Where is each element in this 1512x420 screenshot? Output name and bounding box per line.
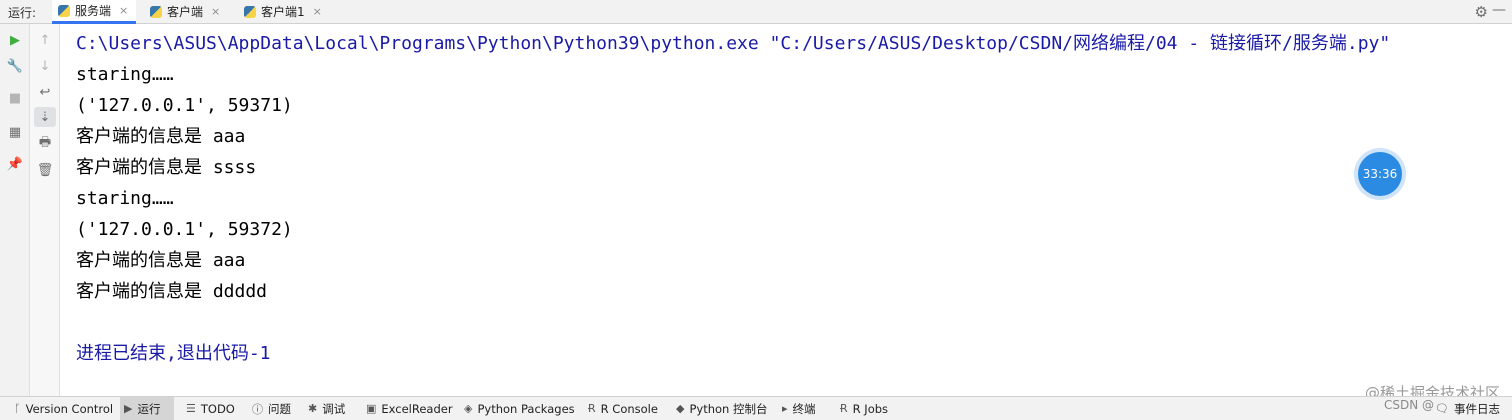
console-line: 客户端的信息是 aaa bbox=[76, 126, 246, 147]
tool-event-log[interactable]: 🗨 事件日志 bbox=[1431, 397, 1504, 420]
console-line: 客户端的信息是 ssss bbox=[76, 157, 257, 178]
close-icon[interactable]: × bbox=[313, 5, 322, 18]
tool-python-packages[interactable]: ◈ Python Packages bbox=[460, 397, 579, 420]
tool-label: Python 控制台 bbox=[689, 401, 768, 416]
close-icon[interactable]: × bbox=[119, 4, 128, 17]
console-line: 客户端的信息是 ddddd bbox=[76, 281, 268, 302]
tool-version-control[interactable]: ᚴ Version Control bbox=[10, 397, 117, 420]
tool-label: 问题 bbox=[268, 401, 291, 416]
minimize-icon[interactable]: — bbox=[1492, 2, 1506, 18]
tool-terminal[interactable]: ▸ 终端 bbox=[778, 397, 820, 420]
console-toolbar: ↑ ↓ ↩ ⇣ 🖶 🗑 bbox=[30, 24, 60, 396]
layers-icon: ◈ bbox=[464, 402, 473, 415]
tool-label: 事件日志 bbox=[1454, 401, 1500, 416]
tool-debug[interactable]: ✱ 调试 bbox=[304, 397, 349, 420]
r-icon: Ɍ bbox=[588, 402, 596, 415]
list-icon: ☰ bbox=[186, 402, 196, 415]
tool-excelreader[interactable]: ▣ ExcelReader bbox=[362, 397, 457, 420]
tool-label: 调试 bbox=[322, 401, 346, 416]
terminal-icon: ▸ bbox=[782, 402, 788, 415]
bug-icon: ✱ bbox=[308, 402, 318, 415]
run-toolbar: ▶ 🔧 ■ ▦ 📌 bbox=[0, 24, 30, 396]
tool-r-console[interactable]: Ɍ R Console bbox=[584, 397, 662, 420]
tool-window-bar: ᚴ Version Control ▶ 运行 ☰ TODO ⓘ 问题 ✱ 调试 … bbox=[0, 396, 1512, 420]
tab-label: 服务端 bbox=[75, 4, 112, 18]
tool-label: ExcelReader bbox=[381, 401, 453, 416]
tool-label: Version Control bbox=[25, 401, 114, 416]
tool-todo[interactable]: ☰ TODO bbox=[182, 397, 239, 420]
run-label: 运行: bbox=[8, 6, 37, 20]
wrench-icon[interactable]: 🔧 bbox=[7, 58, 23, 74]
console-line: staring…… bbox=[76, 64, 174, 85]
r-jobs-icon: Ɍ bbox=[840, 402, 848, 415]
tool-r-jobs[interactable]: Ɍ R Jobs bbox=[836, 397, 892, 420]
run-icon: ▶ bbox=[124, 402, 133, 415]
python-file-icon bbox=[58, 4, 70, 17]
tool-python-console[interactable]: ◆ Python 控制台 bbox=[672, 397, 772, 420]
tab-label: 客户端 bbox=[167, 5, 204, 19]
console-line: ('127.0.0.1', 59371) bbox=[76, 95, 293, 116]
branch-icon: ᚴ bbox=[14, 402, 21, 415]
arrow-down-icon[interactable]: ↓ bbox=[37, 58, 53, 74]
python-icon: ◆ bbox=[676, 402, 685, 415]
excel-icon: ▣ bbox=[366, 402, 377, 415]
console-line-command: C:\Users\ASUS\AppData\Local\Programs\Pyt… bbox=[76, 33, 1391, 54]
console-line: 客户端的信息是 aaa bbox=[76, 250, 246, 271]
tab-client[interactable]: 客户端 × bbox=[144, 0, 232, 23]
watermark-csdn: CSDN @ bbox=[1383, 398, 1434, 412]
timer-badge[interactable]: 33:36 bbox=[1358, 152, 1402, 196]
tool-label: R Jobs bbox=[852, 401, 889, 416]
layout-icon[interactable]: ▦ bbox=[7, 124, 23, 140]
console-line-exit: 进程已结束,退出代码-1 bbox=[76, 343, 271, 364]
python-file-icon bbox=[150, 5, 162, 18]
scroll-to-end-icon[interactable]: ⇣ bbox=[34, 107, 56, 127]
print-icon[interactable]: 🖶 bbox=[37, 135, 53, 152]
tool-run[interactable]: ▶ 运行 bbox=[120, 397, 174, 420]
rerun-icon[interactable]: ▶ bbox=[7, 32, 23, 48]
console-line: staring…… bbox=[76, 188, 174, 209]
run-tab-bar: 运行: 服务端 × 客户端 × 客户端1 × ⚙ — bbox=[0, 0, 1512, 24]
console-line: ('127.0.0.1', 59372) bbox=[76, 219, 293, 240]
tool-label: 运行 bbox=[137, 401, 161, 416]
tab-server[interactable]: 服务端 × bbox=[52, 0, 136, 24]
pin-icon[interactable]: 📌 bbox=[7, 156, 23, 172]
arrow-up-icon[interactable]: ↑ bbox=[37, 32, 53, 48]
tab-label: 客户端1 bbox=[261, 5, 305, 19]
python-file-icon bbox=[244, 5, 256, 18]
tab-client1[interactable]: 客户端1 × bbox=[238, 0, 336, 23]
soft-wrap-icon[interactable]: ↩ bbox=[37, 84, 53, 100]
close-icon[interactable]: × bbox=[211, 5, 220, 18]
tool-label: TODO bbox=[200, 401, 235, 416]
console-output[interactable]: C:\Users\ASUS\AppData\Local\Programs\Pyt… bbox=[76, 28, 1390, 369]
trash-icon[interactable]: 🗑 bbox=[37, 162, 54, 178]
event-log-icon: 🗨 bbox=[1435, 402, 1449, 415]
tool-label: Python Packages bbox=[477, 401, 575, 416]
stop-icon[interactable]: ■ bbox=[7, 90, 23, 106]
tool-label: R Console bbox=[600, 401, 658, 416]
tool-problems[interactable]: ⓘ 问题 bbox=[248, 397, 295, 420]
tool-label: 终端 bbox=[792, 401, 816, 416]
gear-icon[interactable]: ⚙ bbox=[1475, 3, 1488, 21]
info-icon: ⓘ bbox=[252, 402, 263, 416]
